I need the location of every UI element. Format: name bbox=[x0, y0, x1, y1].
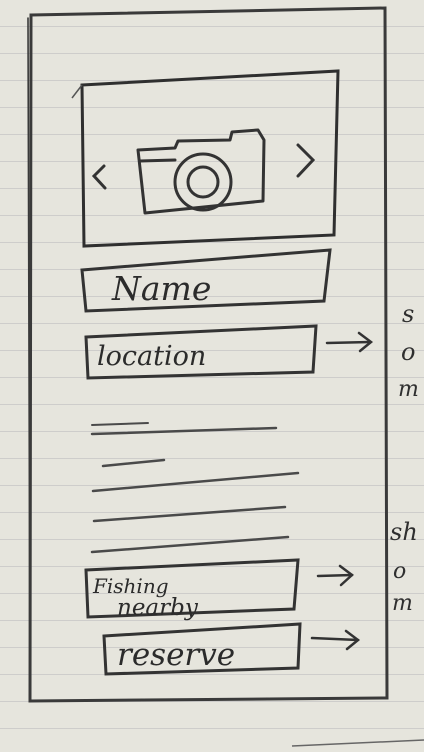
description-text-block bbox=[90, 422, 300, 554]
paper-edge bbox=[291, 739, 424, 747]
fishing-nearby-button[interactable]: Fishing nearby bbox=[84, 558, 300, 621]
chevron-right-icon[interactable] bbox=[296, 143, 316, 178]
fishing-note-line-1: sh bbox=[390, 518, 418, 546]
location-field-label: location bbox=[97, 341, 206, 372]
name-field-label: Name bbox=[111, 269, 211, 308]
location-field[interactable]: location bbox=[84, 324, 318, 380]
fishing-note-line-3: m bbox=[392, 591, 413, 616]
fishing-nearby-label-line-2: nearby bbox=[117, 595, 199, 621]
chevron-left-icon[interactable] bbox=[91, 164, 107, 190]
reserve-button-label: reserve bbox=[117, 637, 235, 673]
fishing-note-line-2: o bbox=[393, 559, 406, 584]
location-note-line-2: o bbox=[401, 338, 415, 366]
location-margin-note: s o m bbox=[398, 300, 419, 402]
location-note-line-3: m bbox=[398, 377, 419, 402]
name-field[interactable]: Name bbox=[80, 248, 332, 313]
wireframe-sketch: Name location s o m Fishing nearby sh o … bbox=[27, 6, 424, 747]
arrow-right-icon bbox=[310, 629, 361, 651]
fishing-margin-note: sh o m bbox=[390, 518, 418, 616]
image-carousel[interactable] bbox=[71, 69, 340, 248]
reserve-button[interactable]: reserve bbox=[102, 622, 302, 676]
arrow-right-icon bbox=[325, 331, 374, 353]
location-note-line-1: s bbox=[402, 300, 414, 328]
camera-icon bbox=[136, 128, 266, 215]
arrow-right-icon bbox=[316, 564, 354, 587]
